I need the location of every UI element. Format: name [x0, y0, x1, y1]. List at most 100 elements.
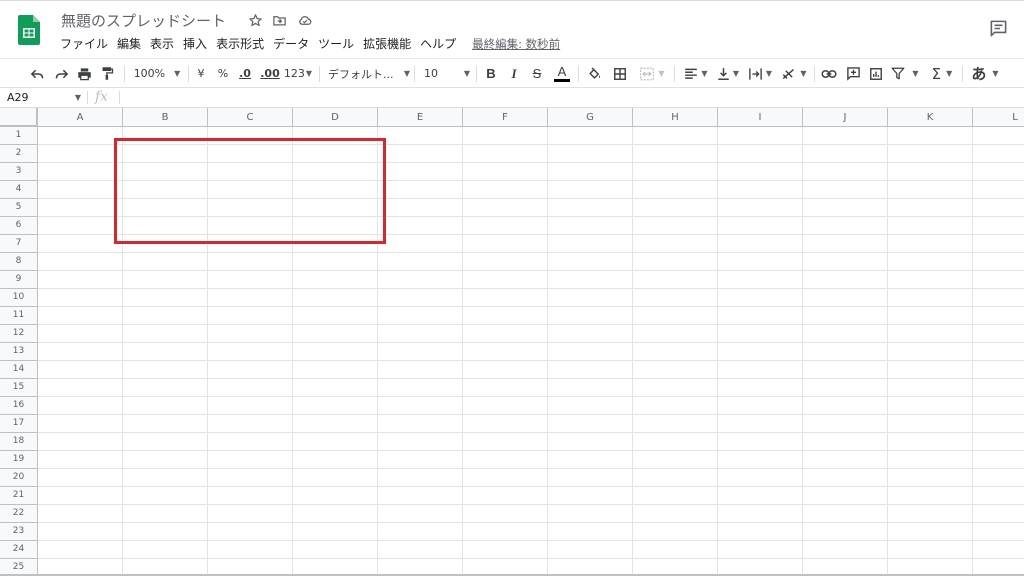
row-header-2[interactable]: 2	[0, 145, 38, 163]
column-header-k[interactable]: K	[888, 108, 973, 127]
menu-bar: ファイル 編集 表示 挿入 表示形式 データ ツール 拡張機能 ヘルプ 最終編集…	[60, 35, 560, 53]
comment-history-icon[interactable]	[988, 18, 1008, 38]
name-box-caret-icon: ▼	[74, 93, 81, 102]
row-header-21[interactable]: 21	[0, 487, 38, 505]
bold-button[interactable]: B	[482, 59, 500, 88]
toolbar-divider	[124, 66, 125, 82]
column-header-c[interactable]: C	[208, 108, 293, 127]
sheets-logo-icon[interactable]	[18, 15, 40, 45]
formula-input[interactable]	[124, 88, 1014, 107]
row-header-18[interactable]: 18	[0, 433, 38, 451]
row-header-24[interactable]: 24	[0, 541, 38, 559]
insert-comment-icon[interactable]	[844, 59, 862, 88]
italic-label: I	[511, 65, 517, 81]
row-header-3[interactable]: 3	[0, 163, 38, 181]
column-header-f[interactable]: F	[463, 108, 548, 127]
undo-icon[interactable]	[28, 59, 46, 88]
name-box[interactable]: A29 ▼	[0, 88, 86, 107]
select-all-corner[interactable]	[0, 108, 38, 127]
menu-edit[interactable]: 編集	[117, 35, 141, 53]
text-color-swatch	[554, 79, 570, 82]
cloud-saved-icon[interactable]	[296, 11, 314, 29]
menu-help[interactable]: ヘルプ	[420, 35, 456, 53]
formula-divider	[119, 91, 120, 104]
font-size-select[interactable]: 10 ▼	[424, 59, 470, 88]
zoom-caret-icon: ▼	[174, 69, 181, 78]
column-header-g[interactable]: G	[548, 108, 633, 127]
filter-icon[interactable]: ▼	[890, 59, 920, 88]
text-color-label: A	[557, 64, 567, 79]
row-header-16[interactable]: 16	[0, 397, 38, 415]
star-icon[interactable]	[246, 11, 264, 29]
italic-button[interactable]: I	[505, 59, 523, 88]
row-header-7[interactable]: 7	[0, 235, 38, 253]
increase-decimal-button[interactable]: .00	[259, 59, 281, 88]
menu-view[interactable]: 表示	[150, 35, 174, 53]
percent-label: %	[217, 67, 229, 80]
insert-chart-icon[interactable]	[867, 59, 885, 88]
font-family-select[interactable]: デフォルト... ▼	[328, 59, 410, 88]
row-header-23[interactable]: 23	[0, 523, 38, 541]
row-header-9[interactable]: 9	[0, 271, 38, 289]
strikethrough-button[interactable]: S	[528, 59, 546, 88]
menu-tools[interactable]: ツール	[318, 35, 354, 53]
merge-cells-icon[interactable]: ▼	[636, 59, 668, 88]
row-header-8[interactable]: 8	[0, 253, 38, 271]
toolbar-divider	[414, 66, 415, 82]
row-header-10[interactable]: 10	[0, 289, 38, 307]
decrease-decimal-button[interactable]: .0	[236, 59, 254, 88]
text-color-button[interactable]: A	[552, 59, 572, 88]
row-header-15[interactable]: 15	[0, 379, 38, 397]
column-header-e[interactable]: E	[378, 108, 463, 127]
move-folder-icon[interactable]	[270, 11, 288, 29]
column-header-i[interactable]: I	[718, 108, 803, 127]
row-header-6[interactable]: 6	[0, 217, 38, 235]
borders-icon[interactable]	[610, 59, 630, 88]
row-header-20[interactable]: 20	[0, 469, 38, 487]
cell-area[interactable]	[38, 127, 1024, 576]
print-icon[interactable]	[75, 59, 93, 88]
row-header-22[interactable]: 22	[0, 505, 38, 523]
column-header-a[interactable]: A	[38, 108, 123, 127]
horizontal-align-icon[interactable]: ▼	[681, 59, 711, 88]
vertical-align-icon[interactable]: ▼	[714, 59, 742, 88]
zoom-value: 100%	[133, 67, 166, 80]
text-rotation-icon[interactable]: ▼	[779, 59, 809, 88]
column-header-b[interactable]: B	[123, 108, 208, 127]
percent-format-button[interactable]: %	[215, 59, 231, 88]
last-edit-link[interactable]: 最終編集: 数秒前	[472, 36, 560, 52]
menu-extensions[interactable]: 拡張機能	[363, 35, 411, 53]
row-header-4[interactable]: 4	[0, 181, 38, 199]
text-wrapping-icon[interactable]: ▼	[745, 59, 775, 88]
menu-insert[interactable]: 挿入	[183, 35, 207, 53]
currency-label: ¥	[197, 67, 205, 80]
functions-label: Σ	[931, 64, 942, 83]
spreadsheet-grid: ABCDEFGHIJKL 1 2 3 4 5 6 7 8 9 10 11 12 13 14 15 16 17 18…	[0, 108, 1024, 576]
column-header-j[interactable]: J	[803, 108, 888, 127]
insert-link-icon[interactable]	[820, 59, 838, 88]
menu-data[interactable]: データ	[273, 35, 309, 53]
column-header-d[interactable]: D	[293, 108, 378, 127]
row-header-11[interactable]: 11	[0, 307, 38, 325]
redo-icon[interactable]	[52, 59, 70, 88]
menu-format[interactable]: 表示形式	[216, 35, 264, 53]
row-header-14[interactable]: 14	[0, 361, 38, 379]
row-header-19[interactable]: 19	[0, 451, 38, 469]
row-header-1[interactable]: 1	[0, 127, 38, 145]
more-formats-select[interactable]: 123 ▼	[284, 59, 312, 88]
paint-format-icon[interactable]	[98, 59, 116, 88]
row-header-5[interactable]: 5	[0, 199, 38, 217]
merge-caret-icon: ▼	[658, 69, 665, 78]
zoom-select[interactable]: 100% ▼	[131, 59, 183, 88]
functions-button[interactable]: Σ ▼	[927, 59, 957, 88]
currency-format-button[interactable]: ¥	[193, 59, 209, 88]
input-tools-button[interactable]: あ ▼	[969, 59, 1001, 88]
menu-file[interactable]: ファイル	[60, 35, 108, 53]
column-header-h[interactable]: H	[633, 108, 718, 127]
row-header-13[interactable]: 13	[0, 343, 38, 361]
document-title[interactable]: 無題のスプレッドシート	[61, 10, 226, 31]
fill-color-icon[interactable]	[584, 59, 604, 88]
row-header-12[interactable]: 12	[0, 325, 38, 343]
row-header-17[interactable]: 17	[0, 415, 38, 433]
column-header-l[interactable]: L	[973, 108, 1024, 127]
